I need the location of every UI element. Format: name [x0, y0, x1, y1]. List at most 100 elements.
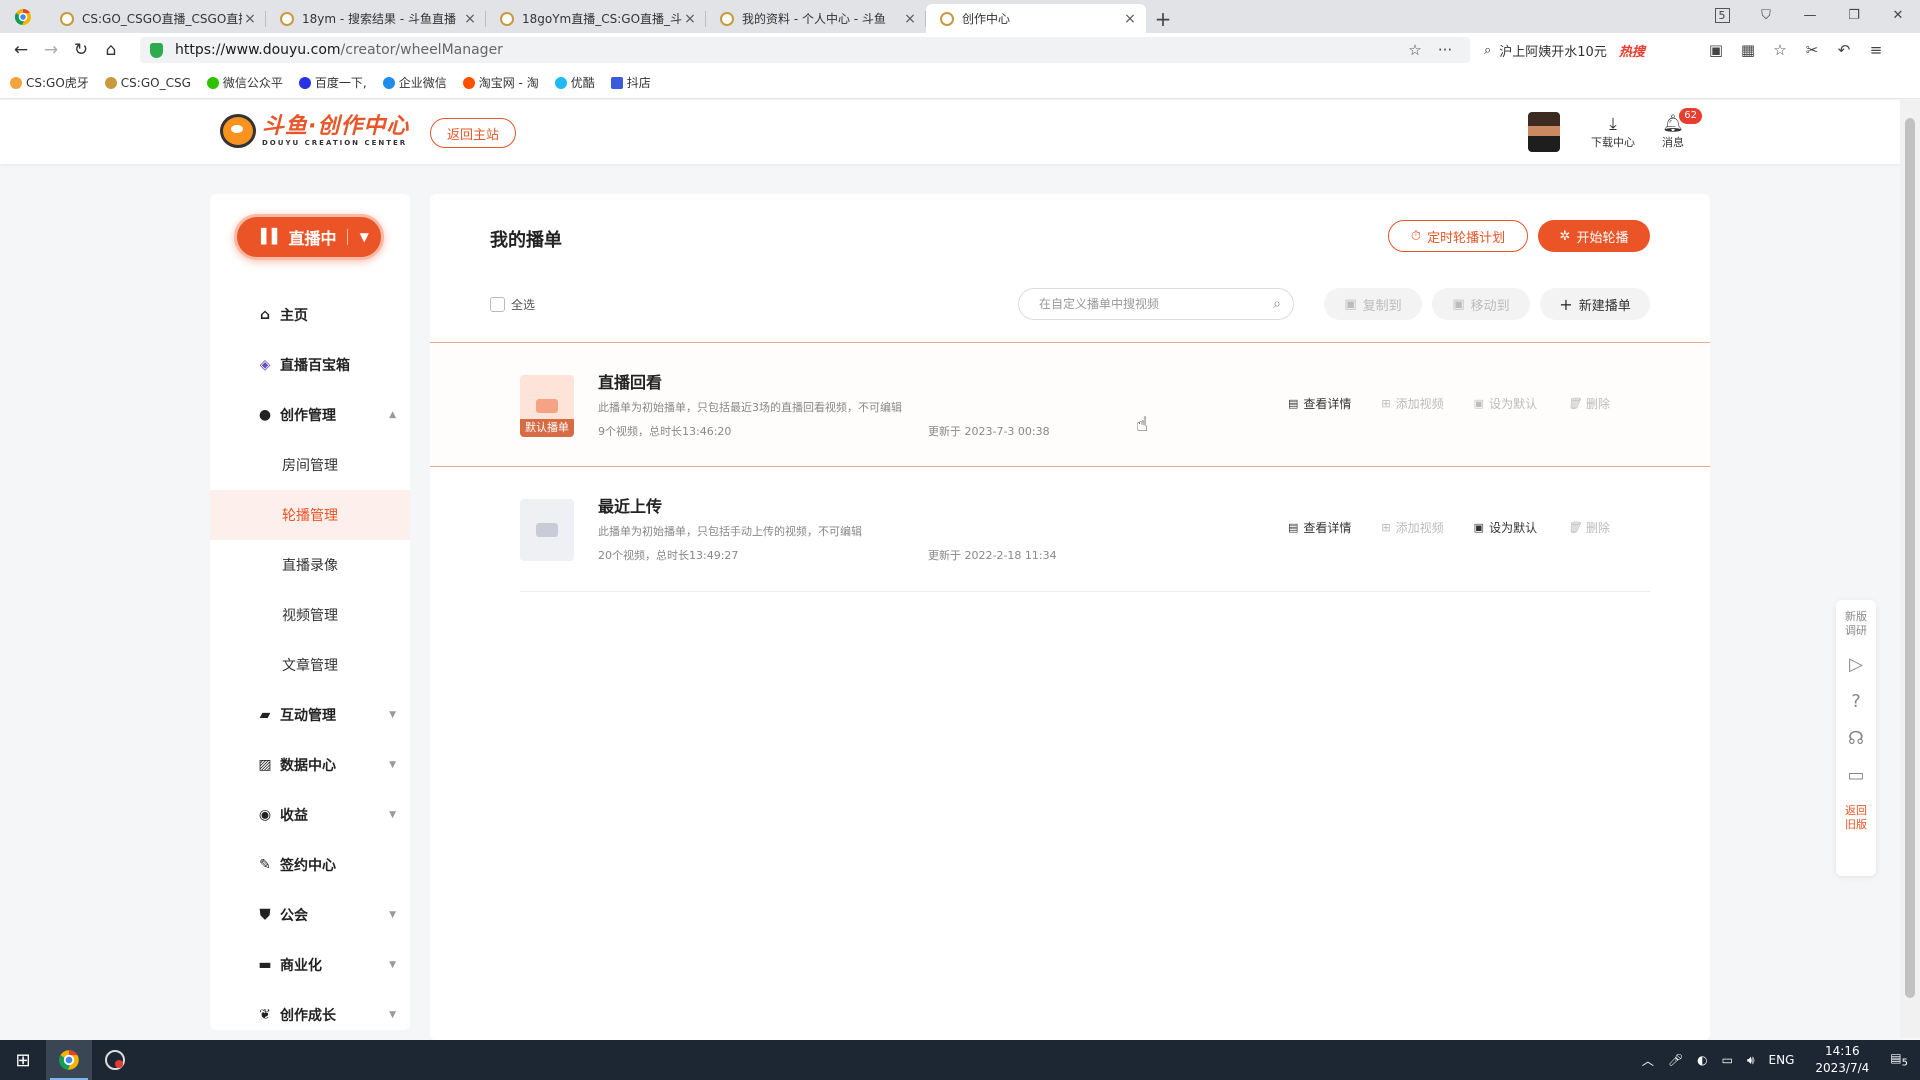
- reader-icon[interactable]: ▣: [1700, 41, 1732, 59]
- sidebar-item-contract[interactable]: ✎ 签约中心: [210, 840, 410, 890]
- playlist-row[interactable]: 默认播单 直播回看 此播单为初始播单，只包括最近3场的直播回看视频，不可编辑 9…: [430, 342, 1710, 467]
- chevron-up-icon[interactable]: ︿: [1642, 1052, 1654, 1069]
- sidebar-item-income[interactable]: ◉ 收益 ▼: [210, 790, 410, 840]
- steam-icon[interactable]: ◐: [1697, 1053, 1707, 1067]
- bookmark[interactable]: 微信公众平: [206, 74, 283, 91]
- clock[interactable]: 14:16 2023/7/4: [1815, 1043, 1869, 1077]
- monitor-icon[interactable]: ▭: [1847, 765, 1864, 786]
- close-window-icon[interactable]: ✕: [1876, 8, 1920, 23]
- add-video-button[interactable]: ⊞ 添加视频: [1381, 519, 1443, 536]
- scissors-icon[interactable]: ✂: [1796, 41, 1828, 59]
- messages-button[interactable]: 🔔︎ 消息 62: [1656, 108, 1702, 150]
- shirt-icon[interactable]: ⛉: [1744, 8, 1788, 23]
- tab-close-icon[interactable]: ×: [462, 11, 478, 27]
- delete-button[interactable]: 🗑︎ 删除: [1567, 519, 1610, 536]
- live-status-button[interactable]: ▌▌ 直播中 ▼: [234, 214, 384, 260]
- sidebar-item-interaction[interactable]: ▰ 互动管理 ▼: [210, 690, 410, 740]
- playlist-row[interactable]: 最近上传 此播单为初始播单，只包括手动上传的视频，不可编辑 20个视频，总时长1…: [520, 467, 1650, 592]
- view-details-button[interactable]: ▤ 查看详情: [1288, 395, 1351, 412]
- return-old-version-button[interactable]: 返回旧版: [1844, 804, 1868, 832]
- favorites-icon[interactable]: ☆: [1764, 41, 1796, 59]
- apps-grid-icon[interactable]: ▦: [1732, 41, 1764, 59]
- start-wheel-button[interactable]: ✲ 开始轮播: [1538, 220, 1650, 252]
- survey-button[interactable]: 新版调研: [1844, 610, 1868, 638]
- delete-button[interactable]: 🗑︎ 删除: [1567, 395, 1610, 412]
- browser-tab-active[interactable]: 创作中心 ×: [926, 4, 1146, 33]
- download-center-button[interactable]: ⤓ 下载中心: [1585, 114, 1641, 150]
- select-all[interactable]: 全选: [490, 296, 535, 313]
- scrollbar-thumb[interactable]: [1905, 118, 1915, 998]
- tab-close-icon[interactable]: ×: [682, 11, 698, 27]
- bookmark[interactable]: 优酷: [554, 74, 595, 91]
- set-default-button[interactable]: ▣ 设为默认: [1474, 395, 1537, 412]
- avatar[interactable]: [1528, 112, 1560, 152]
- move-to-button[interactable]: ▣ 移动到: [1432, 288, 1530, 320]
- search-input[interactable]: [1039, 297, 1274, 311]
- url-field[interactable]: https://www.douyu.com/creator/wheelManag…: [140, 37, 1470, 63]
- bookmark[interactable]: 淘宝网 - 淘: [462, 74, 539, 91]
- obs-taskbar-icon[interactable]: [92, 1040, 138, 1080]
- page-scrollbar[interactable]: [1900, 100, 1920, 1038]
- sidebar-item-creation[interactable]: ● 创作管理 ▲: [210, 390, 410, 440]
- sidebar-item-growth[interactable]: ❦ 创作成长 ▼: [210, 990, 410, 1040]
- browser-tab[interactable]: 18ym - 搜索结果 - 斗鱼直播 ×: [266, 4, 486, 33]
- forward-icon[interactable]: →: [36, 40, 66, 60]
- add-video-button[interactable]: ⊞ 添加视频: [1381, 395, 1443, 412]
- copy-to-button[interactable]: ▣ 复制到: [1324, 288, 1422, 320]
- help-icon[interactable]: ?: [1851, 691, 1861, 712]
- more-icon[interactable]: ···: [1430, 41, 1460, 59]
- bookmark[interactable]: 企业微信: [382, 74, 447, 91]
- new-tab-button[interactable]: +: [1146, 4, 1180, 33]
- sidebar-item-room[interactable]: 房间管理: [210, 440, 410, 490]
- reload-icon[interactable]: ↻: [66, 40, 96, 60]
- sidebar-item-wheel[interactable]: 轮播管理: [210, 490, 410, 540]
- sidebar-item-business[interactable]: ▬ 商业化 ▼: [210, 940, 410, 990]
- browser-taskbar-icon[interactable]: [46, 1040, 92, 1080]
- windows-start-icon[interactable]: ⊞: [0, 1050, 46, 1071]
- select-all-checkbox[interactable]: [490, 297, 505, 312]
- microphone-icon[interactable]: 🎤︎: [1668, 1053, 1683, 1067]
- search-icon[interactable]: ⌕: [1273, 296, 1281, 312]
- new-playlist-button[interactable]: + 新建播单: [1540, 288, 1650, 320]
- bookmark[interactable]: 抖店: [610, 74, 651, 91]
- tab-close-icon[interactable]: ×: [242, 11, 258, 27]
- home-icon[interactable]: ⌂: [96, 40, 126, 60]
- douyu-creator-logo[interactable]: 斗鱼·创作中心 DOUYU CREATION CENTER: [220, 114, 409, 148]
- menu-icon[interactable]: ≡: [1860, 41, 1892, 59]
- sidebar-item-data[interactable]: ▨ 数据中心 ▼: [210, 740, 410, 790]
- language-indicator[interactable]: ENG: [1769, 1053, 1795, 1067]
- bookmark[interactable]: CS:GO虎牙: [10, 74, 89, 91]
- browser-logo-icon[interactable]: [0, 0, 46, 33]
- sidebar-item-recording[interactable]: 直播录像: [210, 540, 410, 590]
- browser-tab[interactable]: CS:GO_CSGO直播_CSGO直播 ×: [46, 4, 266, 33]
- undo-icon[interactable]: ↶: [1828, 41, 1860, 59]
- sidebar-item-home[interactable]: ⌂ 主页: [210, 290, 410, 340]
- tab-close-icon[interactable]: ×: [1122, 11, 1138, 27]
- set-default-button[interactable]: ▣ 设为默认: [1474, 519, 1537, 536]
- play-video-icon[interactable]: ▷: [1849, 654, 1863, 675]
- tab-count-badge[interactable]: 5: [1700, 7, 1744, 23]
- playlist-search[interactable]: ⌕: [1018, 288, 1294, 320]
- view-details-button[interactable]: ▤ 查看详情: [1288, 519, 1351, 536]
- sidebar-item-guild[interactable]: ⛊ 公会 ▼: [210, 890, 410, 940]
- hot-search-label[interactable]: 热搜: [1619, 41, 1645, 60]
- sidebar-item-video[interactable]: 视频管理: [210, 590, 410, 640]
- minimize-icon[interactable]: —: [1788, 8, 1832, 23]
- back-icon[interactable]: ←: [6, 40, 36, 60]
- sidebar-item-article[interactable]: 文章管理: [210, 640, 410, 690]
- restore-icon[interactable]: ❐: [1832, 8, 1876, 23]
- scheduled-plan-button[interactable]: ⏱ 定时轮播计划: [1388, 220, 1528, 252]
- network-icon[interactable]: ▭: [1722, 1053, 1733, 1067]
- volume-icon[interactable]: 🔊︎: [1747, 1053, 1755, 1068]
- notification-icon[interactable]: ▤5: [1890, 1051, 1908, 1068]
- back-to-main-button[interactable]: 返回主站: [430, 118, 516, 148]
- browser-tab[interactable]: 我的资料 - 个人中心 - 斗鱼 ×: [706, 4, 926, 33]
- browser-tab[interactable]: 18goYm直播_CS:GO直播_斗 ×: [486, 4, 706, 33]
- bookmark[interactable]: CS:GO_CSG: [104, 76, 191, 90]
- tab-close-icon[interactable]: ×: [902, 11, 918, 27]
- headset-icon[interactable]: ☊: [1848, 728, 1864, 749]
- bookmark[interactable]: 百度一下,: [298, 74, 367, 91]
- browser-search-box[interactable]: ⌕ 沪上阿姨开水10元 热搜: [1484, 41, 1694, 60]
- sidebar-item-toolbox[interactable]: ◈ 直播百宝箱: [210, 340, 410, 390]
- star-icon[interactable]: ☆: [1400, 41, 1430, 59]
